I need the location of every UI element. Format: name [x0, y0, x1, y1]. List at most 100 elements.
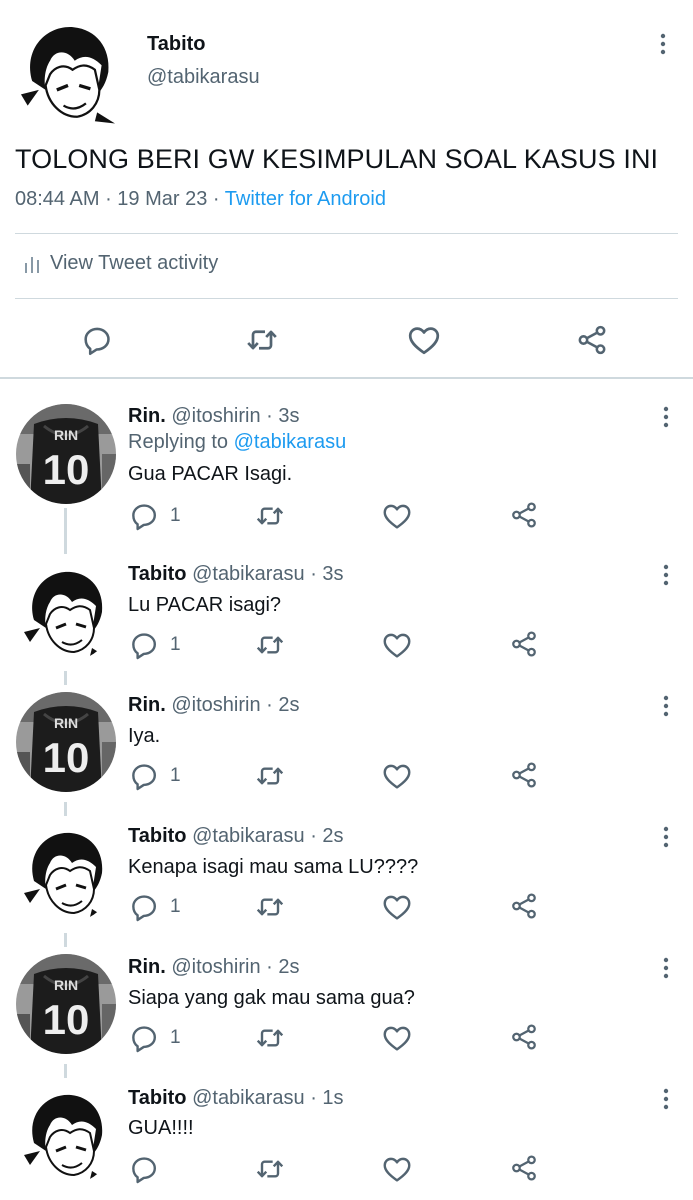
reply-icon: [128, 1153, 160, 1185]
reply-like-button[interactable]: [381, 760, 413, 792]
reply-author-name[interactable]: Rin.: [128, 694, 166, 716]
reply-icon: [128, 891, 160, 923]
retweet-icon: [254, 760, 286, 792]
reply-more-button[interactable]: [651, 822, 681, 852]
share-icon: [575, 323, 609, 357]
reply-avatar-rin[interactable]: RIN 10: [16, 692, 116, 792]
reply-reply-button[interactable]: 1: [128, 629, 181, 661]
reply-like-button[interactable]: [381, 891, 413, 923]
jersey-label: RIN: [54, 427, 78, 443]
reply-like-button[interactable]: [381, 500, 413, 532]
reply-retweet-button[interactable]: [254, 629, 286, 661]
reply-author-name[interactable]: Tabito: [128, 563, 187, 585]
thread-line: [64, 802, 67, 816]
bar-chart-icon: [24, 253, 40, 275]
reply-share-button[interactable]: [509, 1022, 539, 1052]
reply-retweet-button[interactable]: [254, 1153, 286, 1185]
reply-author-name[interactable]: Tabito: [128, 1087, 187, 1109]
main-more-button[interactable]: [648, 29, 678, 59]
tweet-date: 19 Mar 23: [117, 188, 208, 210]
main-like-button[interactable]: [402, 318, 446, 362]
reply-header: Tabito @tabikarasu · 1s: [128, 1087, 344, 1110]
reply-like-button[interactable]: [381, 1022, 413, 1054]
reply-text: GUA!!!!: [128, 1117, 194, 1139]
reply-author-handle[interactable]: @tabikarasu · 1s: [192, 1087, 343, 1109]
thread-line: [64, 933, 67, 947]
share-icon: [509, 1022, 539, 1052]
reply-share-button[interactable]: [509, 500, 539, 530]
thread-line: [64, 671, 67, 685]
main-retweet-button[interactable]: [240, 318, 284, 362]
replying-to-prefix: Replying to: [128, 431, 234, 453]
more-icon: [662, 694, 670, 718]
reply-more-button[interactable]: [651, 1084, 681, 1114]
reply-header: Rin. @itoshirin · 2s: [128, 956, 299, 979]
reply-author-handle[interactable]: @itoshirin · 3s: [171, 405, 299, 427]
main-reply-button[interactable]: [75, 318, 119, 362]
reply-author-name[interactable]: Rin.: [128, 405, 166, 427]
reply-icon: [128, 629, 160, 661]
like-icon: [381, 1022, 413, 1054]
view-tweet-activity[interactable]: View Tweet activity: [24, 252, 218, 275]
reply-avatar-tabito[interactable]: [16, 823, 116, 923]
reply-avatar-tabito[interactable]: [16, 562, 116, 662]
reply-author-name[interactable]: Rin.: [128, 956, 166, 978]
reply-like-button[interactable]: [381, 1153, 413, 1185]
view-tweet-activity-label: View Tweet activity: [50, 252, 219, 274]
reply-more-button[interactable]: [651, 560, 681, 590]
reply-header: Tabito @tabikarasu · 2s: [128, 825, 344, 848]
tweet-meta: 08:44 AM · 19 Mar 23 · Twitter for Andro…: [15, 188, 386, 211]
reply-reply-button[interactable]: 1: [128, 891, 181, 923]
main-author-name[interactable]: Tabito: [147, 33, 206, 56]
reply-like-button[interactable]: [381, 629, 413, 661]
retweet-icon: [244, 322, 280, 358]
reply-share-button[interactable]: [509, 760, 539, 790]
tweet-source-link[interactable]: Twitter for Android: [225, 188, 386, 210]
reply-retweet-button[interactable]: [254, 1022, 286, 1054]
reply-count: 1: [170, 1027, 181, 1048]
reply-reply-button[interactable]: 1: [128, 1022, 181, 1054]
reply-avatar-rin[interactable]: RIN 10: [16, 954, 116, 1054]
reply-author-handle[interactable]: @itoshirin · 2s: [171, 694, 299, 716]
more-icon: [662, 563, 670, 587]
reply-text: Kenapa isagi mau sama LU????: [128, 856, 419, 878]
like-icon: [381, 1153, 413, 1185]
section-divider: [0, 377, 693, 379]
reply-retweet-button[interactable]: [254, 891, 286, 923]
thread-line: [64, 508, 67, 554]
like-icon: [406, 322, 442, 358]
reply-share-button[interactable]: [509, 891, 539, 921]
reply-reply-button[interactable]: [128, 1153, 170, 1185]
reply-more-button[interactable]: [651, 953, 681, 983]
reply-avatar-tabito[interactable]: [16, 1085, 116, 1185]
reply-author-handle[interactable]: @tabikarasu · 2s: [192, 825, 343, 847]
reply-author-handle[interactable]: @tabikarasu · 3s: [192, 563, 343, 585]
replying-to: Replying to @tabikarasu: [128, 431, 346, 454]
reply-count: 1: [170, 896, 181, 917]
thread-line: [64, 1064, 67, 1078]
share-icon: [509, 629, 539, 659]
reply-text: Lu PACAR isagi?: [128, 594, 282, 616]
meta-separator: ·: [207, 188, 225, 210]
reply-more-button[interactable]: [651, 402, 681, 432]
reply-retweet-button[interactable]: [254, 500, 286, 532]
reply-author-name[interactable]: Tabito: [128, 825, 187, 847]
tweet-time: 08:44 AM: [15, 188, 100, 210]
reply-share-button[interactable]: [509, 1153, 539, 1183]
reply-header: Tabito @tabikarasu · 3s: [128, 563, 344, 586]
main-author-avatar[interactable]: [12, 16, 124, 128]
reply-reply-button[interactable]: 1: [128, 760, 181, 792]
main-tweet-text: TOLONG BERI GW KESIMPULAN SOAL KASUS INI: [15, 144, 659, 174]
reply-reply-button[interactable]: 1: [128, 500, 181, 532]
retweet-icon: [254, 1153, 286, 1185]
main-author-handle[interactable]: @tabikarasu: [147, 66, 260, 89]
reply-more-button[interactable]: [651, 691, 681, 721]
reply-share-button[interactable]: [509, 629, 539, 659]
main-share-button[interactable]: [570, 318, 614, 362]
reply-retweet-button[interactable]: [254, 760, 286, 792]
replying-to-link[interactable]: @tabikarasu: [234, 431, 347, 453]
reply-author-handle[interactable]: @itoshirin · 2s: [171, 956, 299, 978]
retweet-icon: [254, 500, 286, 532]
divider: [15, 233, 678, 234]
reply-avatar-rin[interactable]: RIN 10: [16, 404, 116, 504]
